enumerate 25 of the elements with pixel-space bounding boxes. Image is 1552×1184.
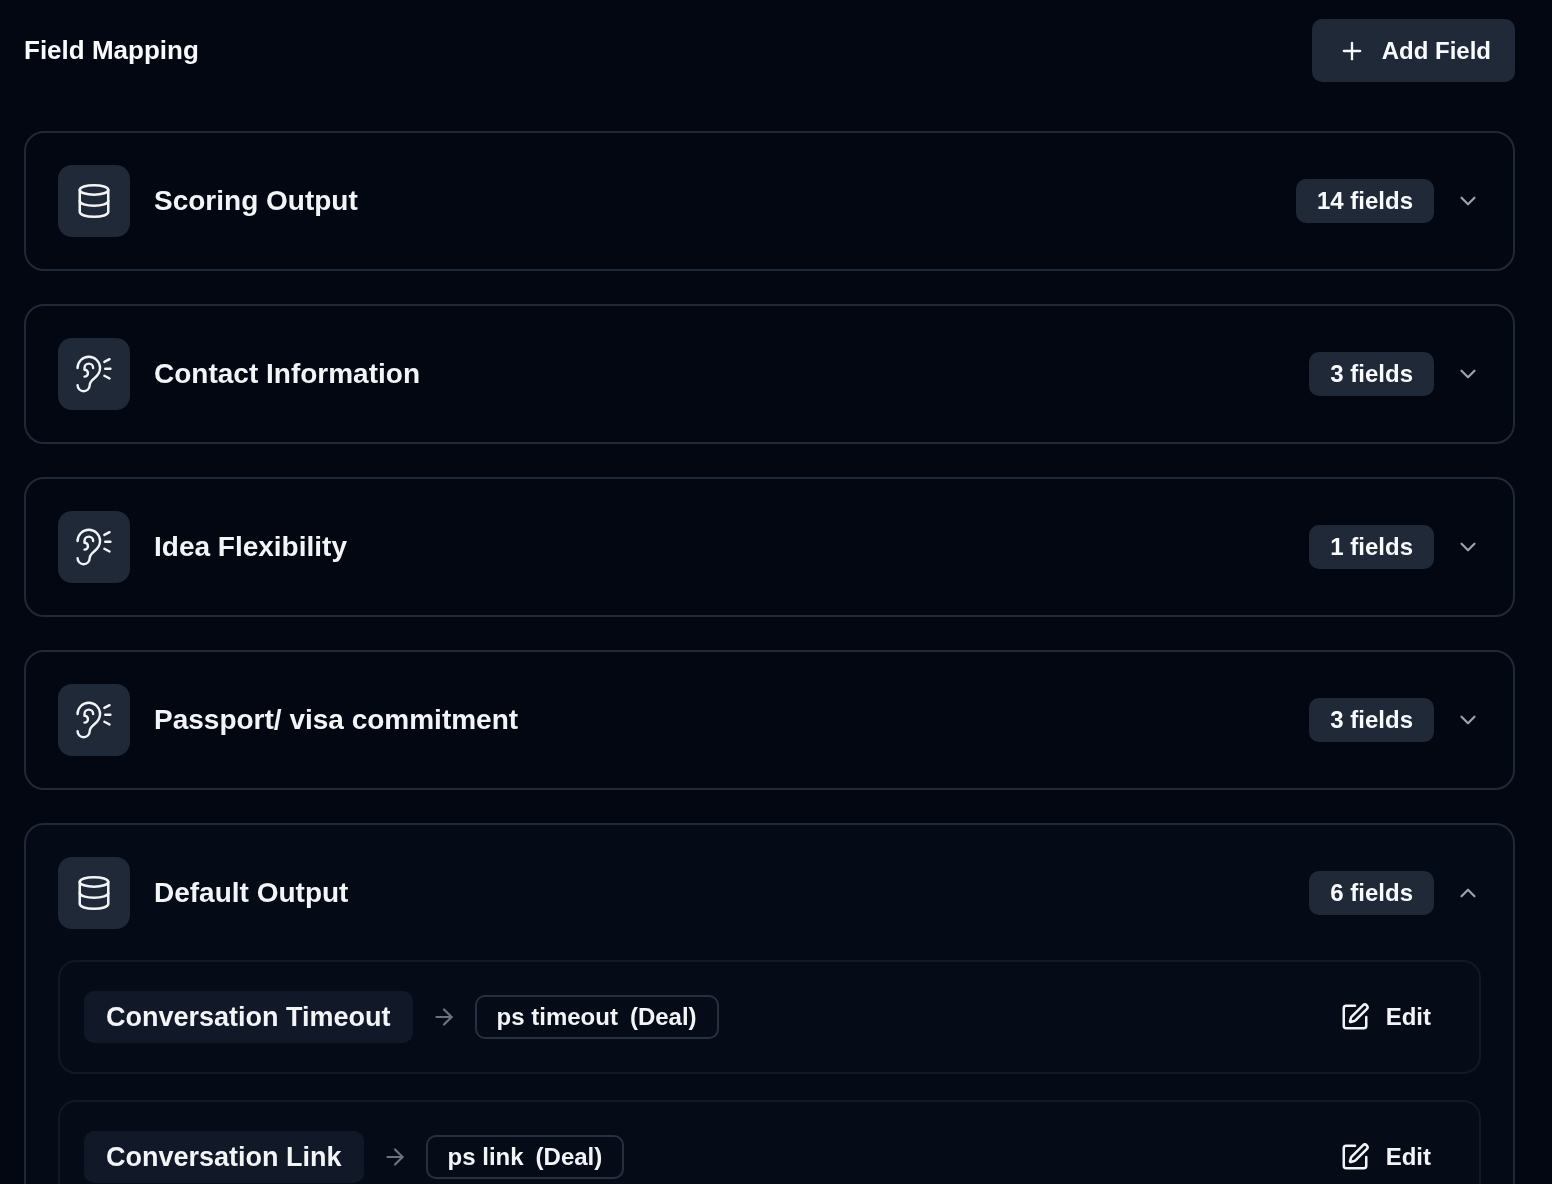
target-field-name: ps link [447, 1143, 524, 1171]
page-title: Field Mapping [24, 35, 199, 66]
section-title: Contact Information [154, 358, 421, 390]
field-count-badge: 3 fields [1309, 698, 1434, 742]
field-count-badge: 6 fields [1309, 871, 1434, 915]
database-icon [58, 857, 130, 929]
ear-icon [58, 684, 130, 756]
edit-button[interactable]: Edit [1327, 994, 1443, 1040]
source-field: Conversation Link [84, 1131, 364, 1183]
section-title: Default Output [154, 877, 350, 909]
database-icon [58, 165, 130, 237]
section-title: Idea Flexibility [154, 531, 348, 563]
ear-icon [58, 511, 130, 583]
target-entity: (Deal) [535, 1143, 603, 1171]
section-title: Scoring Output [154, 185, 359, 217]
target-field-name: ps timeout [496, 1003, 618, 1031]
ear-icon [58, 338, 130, 410]
target-entity: (Deal) [629, 1003, 697, 1031]
field-count-badge: 14 fields [1295, 179, 1434, 223]
edit-button[interactable]: Edit [1327, 1134, 1443, 1180]
field-count-badge: 3 fields [1309, 352, 1434, 396]
source-field: Conversation Timeout [84, 991, 413, 1043]
field-count-badge: 1 fields [1309, 525, 1434, 569]
add-field-button[interactable]: Add Field [1311, 19, 1515, 82]
section-title: Passport/ visa commitment [154, 704, 520, 736]
